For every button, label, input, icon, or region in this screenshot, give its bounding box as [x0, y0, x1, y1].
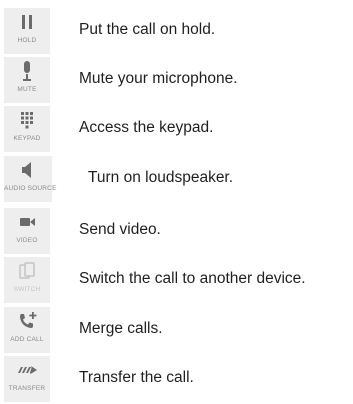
pause-icon: [4, 11, 50, 33]
legend-row-keypad: KEYPAD Access the keypad.: [0, 106, 353, 152]
legend-row-video: VIDEO Send video.: [0, 208, 353, 254]
hold-button[interactable]: HOLD: [4, 8, 50, 54]
add-call-icon: [4, 310, 50, 332]
transfer-description: Transfer the call.: [79, 369, 194, 386]
speaker-icon: [4, 159, 52, 181]
hold-description: Put the call on hold.: [79, 21, 216, 38]
video-description: Send video.: [79, 221, 161, 238]
legend-row-switch: SWITCH Switch the call to another device…: [0, 257, 353, 303]
switch-caption: SWITCH: [13, 286, 41, 293]
legend-row-mute: MUTE Mute your microphone.: [0, 57, 353, 103]
transfer-button[interactable]: TRANSFER: [4, 356, 50, 402]
audio-source-description: Turn on loudspeaker.: [88, 169, 234, 186]
audio-source-caption: AUDIO SOURCE: [4, 185, 57, 192]
call-controls-legend: { "rows": [ { "icon": "pause-icon", "cap…: [0, 0, 353, 404]
keypad-button[interactable]: KEYPAD: [4, 106, 50, 152]
legend-row-audio-source: AUDIO SOURCE Turn on loudspeaker.: [0, 156, 353, 202]
add-call-description: Merge calls.: [79, 320, 163, 337]
legend-row-transfer: TRANSFER Transfer the call.: [0, 356, 353, 402]
mute-description: Mute your microphone.: [79, 70, 238, 87]
video-button[interactable]: VIDEO: [4, 208, 50, 254]
mute-button[interactable]: MUTE: [4, 57, 50, 103]
transfer-icon: [4, 359, 50, 381]
keypad-caption: KEYPAD: [13, 135, 41, 142]
hold-caption: HOLD: [17, 37, 37, 44]
mute-caption: MUTE: [17, 86, 37, 93]
switch-device-icon: [4, 260, 50, 282]
add-call-caption: ADD CALL: [10, 336, 44, 343]
keypad-description: Access the keypad.: [79, 119, 214, 136]
keypad-icon: [4, 109, 50, 131]
microphone-icon: [4, 60, 50, 82]
add-call-button[interactable]: ADD CALL: [4, 307, 50, 353]
switch-button[interactable]: SWITCH: [4, 257, 50, 303]
switch-description: Switch the call to another device.: [79, 270, 306, 287]
video-caption: VIDEO: [16, 237, 38, 244]
audio-source-button[interactable]: AUDIO SOURCE: [4, 156, 57, 202]
video-camera-icon: [4, 211, 50, 233]
legend-row-add-call: ADD CALL Merge calls.: [0, 307, 353, 353]
legend-row-hold: HOLD Put the call on hold.: [0, 8, 353, 54]
transfer-caption: TRANSFER: [8, 385, 46, 392]
